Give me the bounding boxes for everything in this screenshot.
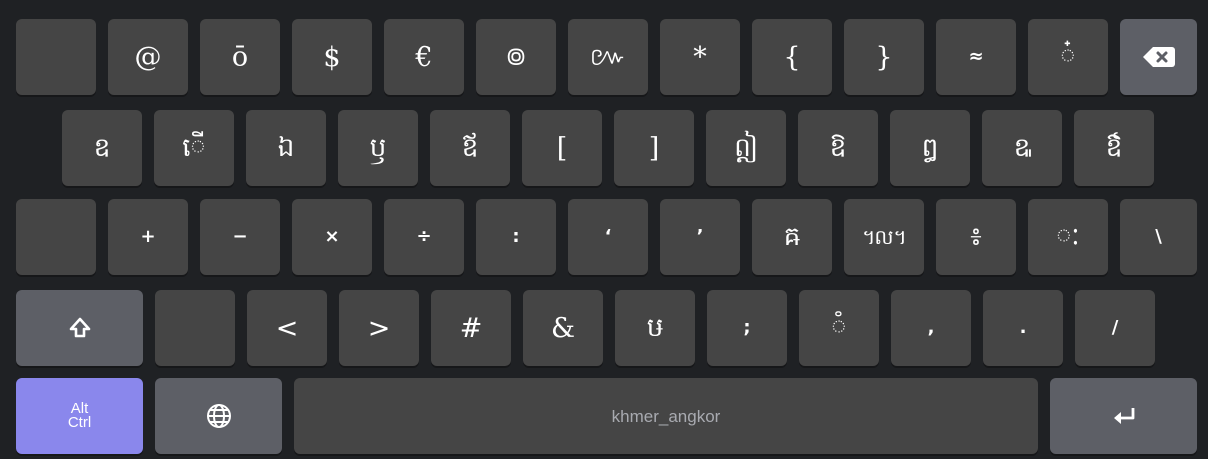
key-approx[interactable]: ≈ (936, 19, 1016, 95)
key-multiply[interactable]: × (292, 199, 372, 275)
key-khmer-sign-2[interactable]: ៚ (568, 19, 648, 95)
key-colon[interactable]: : (476, 199, 556, 275)
key-backslash[interactable]: \ (1120, 199, 1197, 275)
key-khmer-sign-1[interactable]: ៙ (476, 19, 556, 95)
language-switch-key[interactable] (155, 378, 282, 454)
enter-icon (1111, 405, 1137, 427)
key-divide[interactable]: ÷ (384, 199, 464, 275)
key-khmer-sign-4[interactable]: ៓ (799, 290, 879, 366)
key-minus[interactable]: − (200, 199, 280, 275)
key-o-macron[interactable]: ō (200, 19, 280, 95)
key-left-brace[interactable]: { (752, 19, 832, 95)
key-period[interactable]: . (983, 290, 1063, 366)
key-right-bracket[interactable]: ] (614, 110, 694, 186)
key-khmer-au[interactable]: ឳ (1074, 110, 1154, 186)
key-comma[interactable]: , (891, 290, 971, 366)
key-blank[interactable] (16, 199, 96, 275)
key-khmer-ae[interactable]: ឯ (246, 110, 326, 186)
key-khmer-uu[interactable]: ឩ (982, 110, 1062, 186)
key-khmer-sign-3[interactable]: ៎ (1028, 19, 1108, 95)
key-khmer-ii[interactable]: ឦ (706, 110, 786, 186)
key-left-quote[interactable]: ‘ (568, 199, 648, 275)
key-khmer-ry[interactable]: ឫ (338, 110, 418, 186)
alt-ctrl-label: Alt Ctrl (67, 400, 92, 431)
key-blank[interactable] (155, 290, 235, 366)
key-hash[interactable]: # (431, 290, 511, 366)
keyboard-layout-name: khmer_angkor (611, 406, 721, 426)
globe-icon (206, 403, 232, 429)
key-ampersand[interactable]: & (523, 290, 603, 366)
key-euro[interactable]: € (384, 19, 464, 95)
shift-key[interactable] (16, 290, 143, 366)
key-khmer-ai[interactable]: ឰ (890, 110, 970, 186)
key-greater-than[interactable]: > (339, 290, 419, 366)
key-asterisk[interactable]: * (660, 19, 740, 95)
key-khmer-koomuut[interactable]: ៘ (844, 199, 924, 275)
shift-icon (68, 316, 92, 340)
key-blank[interactable] (16, 19, 96, 95)
enter-key[interactable] (1050, 378, 1197, 454)
key-khmer-yuukaleapintu[interactable]: ៈ (1028, 199, 1108, 275)
key-plus[interactable]: + (108, 199, 188, 275)
keyboard: @ ō $ € ៙ ៚ * { } ≈ ៎ ឧ ើ ឯ ឫ ឪ [ ] ឦ ឱ … (0, 0, 1208, 459)
key-khmer-vowel-oe[interactable]: ើ (154, 110, 234, 186)
key-khmer-camnuc[interactable]: ៖ (936, 199, 1016, 275)
key-at[interactable]: @ (108, 19, 188, 95)
key-right-brace[interactable]: } (844, 19, 924, 95)
key-dollar[interactable]: $ (292, 19, 372, 95)
key-khmer-u[interactable]: ឧ (62, 110, 142, 186)
space-bar[interactable]: khmer_angkor (294, 378, 1038, 454)
key-less-than[interactable]: < (247, 290, 327, 366)
backspace-key[interactable] (1120, 19, 1197, 95)
key-khmer-oo[interactable]: ឱ (798, 110, 878, 186)
key-semicolon[interactable]: ; (707, 290, 787, 366)
key-khmer-ssa[interactable]: ឞ (615, 290, 695, 366)
key-slash[interactable]: / (1075, 290, 1155, 366)
key-right-quote[interactable]: ’ (660, 199, 740, 275)
alt-ctrl-key[interactable]: Alt Ctrl (16, 378, 143, 454)
key-khmer-ao[interactable]: ឪ (430, 110, 510, 186)
key-khmer-sha[interactable]: ឝ (752, 199, 832, 275)
backspace-icon (1142, 45, 1176, 69)
key-left-bracket[interactable]: [ (522, 110, 602, 186)
